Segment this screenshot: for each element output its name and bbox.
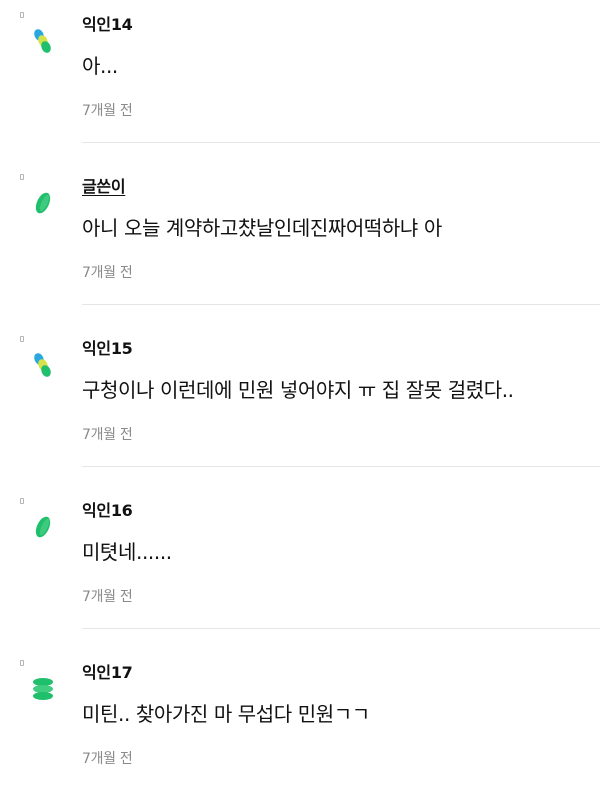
- comment-author-op[interactable]: 글쓴이: [82, 173, 126, 197]
- comment-text: 미틴.. 찾아가진 마 무섭다 민원ㄱㄱ: [82, 702, 370, 726]
- reply-marker-icon: [20, 174, 24, 180]
- divider: [82, 628, 600, 629]
- divider: [82, 466, 600, 467]
- divider: [82, 142, 600, 143]
- comment-text: 미텻네......: [82, 540, 172, 564]
- green-leaf-avatar-icon[interactable]: [31, 188, 55, 218]
- comment-item: 익인16 미텻네...... 7개월 전: [0, 486, 600, 648]
- multi-color-avatar-icon[interactable]: [31, 26, 55, 56]
- reply-marker-icon: [20, 660, 24, 666]
- comment-timestamp: 7개월 전: [82, 589, 133, 605]
- comment-timestamp: 7개월 전: [82, 103, 133, 119]
- divider: [82, 304, 600, 305]
- green-leaf-avatar-icon[interactable]: [31, 512, 55, 542]
- comment-timestamp: 7개월 전: [82, 265, 133, 281]
- comment-text: 아...: [82, 54, 118, 78]
- reply-marker-icon: [20, 498, 24, 504]
- comment-author[interactable]: 익인15: [82, 335, 133, 359]
- comment-item: 익인17 미틴.. 찾아가진 마 무섭다 민원ㄱㄱ 7개월 전: [0, 648, 600, 810]
- comment-text: 아니 오늘 계약하고챴날인데진짜어떡하냐 아: [82, 216, 442, 240]
- comment-item: 글쓴이 아니 오늘 계약하고챴날인데진짜어떡하냐 아 7개월 전: [0, 162, 600, 324]
- reply-marker-icon: [20, 12, 24, 18]
- comment-author[interactable]: 익인16: [82, 497, 133, 521]
- comment-author[interactable]: 익인14: [82, 11, 133, 35]
- comment-text: 구청이나 이런데에 민원 넣어야지 ㅠ 집 잘못 걸렸다..: [82, 378, 514, 402]
- comment-item: 익인15 구청이나 이런데에 민원 넣어야지 ㅠ 집 잘못 걸렸다.. 7개월 …: [0, 324, 600, 486]
- comment-timestamp: 7개월 전: [82, 427, 133, 443]
- reply-marker-icon: [20, 336, 24, 342]
- green-stack-avatar-icon[interactable]: [31, 674, 55, 704]
- comment-item: 익인14 아... 7개월 전: [0, 0, 600, 162]
- comment-timestamp: 7개월 전: [82, 751, 133, 767]
- multi-color-avatar-icon[interactable]: [31, 350, 55, 380]
- comment-author[interactable]: 익인17: [82, 659, 133, 683]
